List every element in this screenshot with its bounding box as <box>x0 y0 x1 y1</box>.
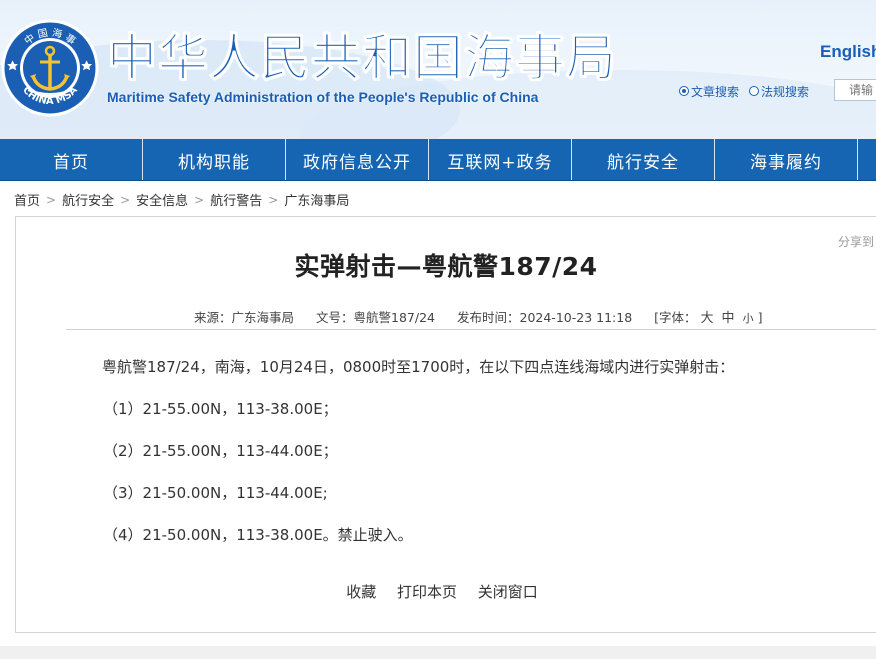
article-meta: 来源：广东海事局 文号：粤航警187/24 发布时间：2024-10-23 11… <box>194 307 762 326</box>
search-input[interactable] <box>834 79 876 101</box>
radio-label: 法规搜索 <box>761 84 810 99</box>
breadcrumb-guangdong-msa[interactable]: 广东海事局 <box>284 190 349 209</box>
font-size-label-open: [字体： <box>654 310 697 325</box>
radio-label: 文章搜索 <box>691 84 740 99</box>
font-size-small-button[interactable]: 小 <box>743 312 754 325</box>
nav-item-compliance[interactable]: 海事履约 <box>715 139 858 180</box>
english-link[interactable]: English <box>820 42 876 62</box>
nav-item-home[interactable]: 首页 <box>0 139 143 180</box>
radio-unselected-icon <box>749 86 760 96</box>
favorite-button[interactable]: 收藏 <box>346 583 376 601</box>
nav-item-internet-services[interactable]: 互联网+政务 <box>429 139 572 180</box>
title-divider <box>66 329 876 330</box>
main-nav: 首页 机构职能 政府信息公开 互联网+政务 航行安全 海事履约 <box>0 139 876 181</box>
font-size-medium-button[interactable]: 中 <box>722 311 735 326</box>
nav-item-functions[interactable]: 机构职能 <box>143 139 286 180</box>
nav-item-gov-info[interactable]: 政府信息公开 <box>286 139 429 180</box>
breadcrumb-separator: > <box>268 192 279 207</box>
breadcrumb: 首页 > 航行安全 > 安全信息 > 航行警告 > 广东海事局 <box>14 190 349 210</box>
article-source: 来源：广东海事局 <box>194 310 295 325</box>
breadcrumb-nav-warnings[interactable]: 航行警告 <box>210 190 262 209</box>
radio-selected-icon <box>679 86 689 96</box>
msa-emblem-logo[interactable]: 中 国 海 事 CHINA MSA <box>0 18 100 118</box>
article-container: 分享到 实弹射击—粤航警187/24 来源：广东海事局 文号：粤航警187/24… <box>15 216 876 633</box>
close-window-button[interactable]: 关闭窗口 <box>478 583 538 601</box>
article-body: 粤航警187/24，南海，10月24日，0800时至1700时，在以下四点连线海… <box>102 357 862 567</box>
site-subtitle: Maritime Safety Administration of the Pe… <box>107 89 539 105</box>
article-paragraph-point-1: （1）21-55.00N，113-38.00E； <box>103 400 338 418</box>
breadcrumb-separator: > <box>46 192 57 207</box>
article-paragraph-point-3: （3）21-50.00N，113-44.00E; <box>103 484 328 502</box>
site-title: 中华人民共和国海事局 <box>107 29 617 87</box>
article-paragraph-point-2: （2）21-55.00N，113-44.00E； <box>103 442 338 460</box>
nav-item-overflow[interactable] <box>858 139 876 180</box>
breadcrumb-separator: > <box>194 192 205 207</box>
font-size-large-button[interactable]: 大 <box>701 311 714 326</box>
font-size-label-close: ] <box>757 310 763 325</box>
nav-item-navigation-safety[interactable]: 航行安全 <box>572 139 715 180</box>
article-paragraph-intro: 粤航警187/24，南海，10月24日，0800时至1700时，在以下四点连线海… <box>102 358 735 376</box>
print-button[interactable]: 打印本页 <box>397 583 457 601</box>
footer-strip <box>0 646 876 659</box>
breadcrumb-separator: > <box>120 192 131 207</box>
article-publish-time: 发布时间：2024-10-23 11:18 <box>457 310 633 325</box>
radio-search-articles[interactable]: 文章搜索 <box>679 83 739 100</box>
font-size-control: [字体： 大中小] <box>654 307 762 326</box>
radio-search-regulations[interactable]: 法规搜索 <box>749 83 809 100</box>
breadcrumb-safety-info[interactable]: 安全信息 <box>136 190 188 209</box>
site-header: 中 国 海 事 CHINA MSA 中华人民共和国海事局 Maritime Sa… <box>0 0 876 139</box>
article-doc-number: 文号：粤航警187/24 <box>316 310 435 325</box>
breadcrumb-navigation-safety[interactable]: 航行安全 <box>62 190 114 209</box>
article-actions: 收藏 打印本页 关闭窗口 <box>16 581 868 602</box>
search-options: 文章搜索 法规搜索 <box>679 80 819 102</box>
article-title: 实弹射击—粤航警187/24 <box>294 252 598 281</box>
breadcrumb-home[interactable]: 首页 <box>14 190 40 209</box>
article-paragraph-point-4: （4）21-50.00N，113-38.00E。禁止驶入。 <box>103 526 413 544</box>
